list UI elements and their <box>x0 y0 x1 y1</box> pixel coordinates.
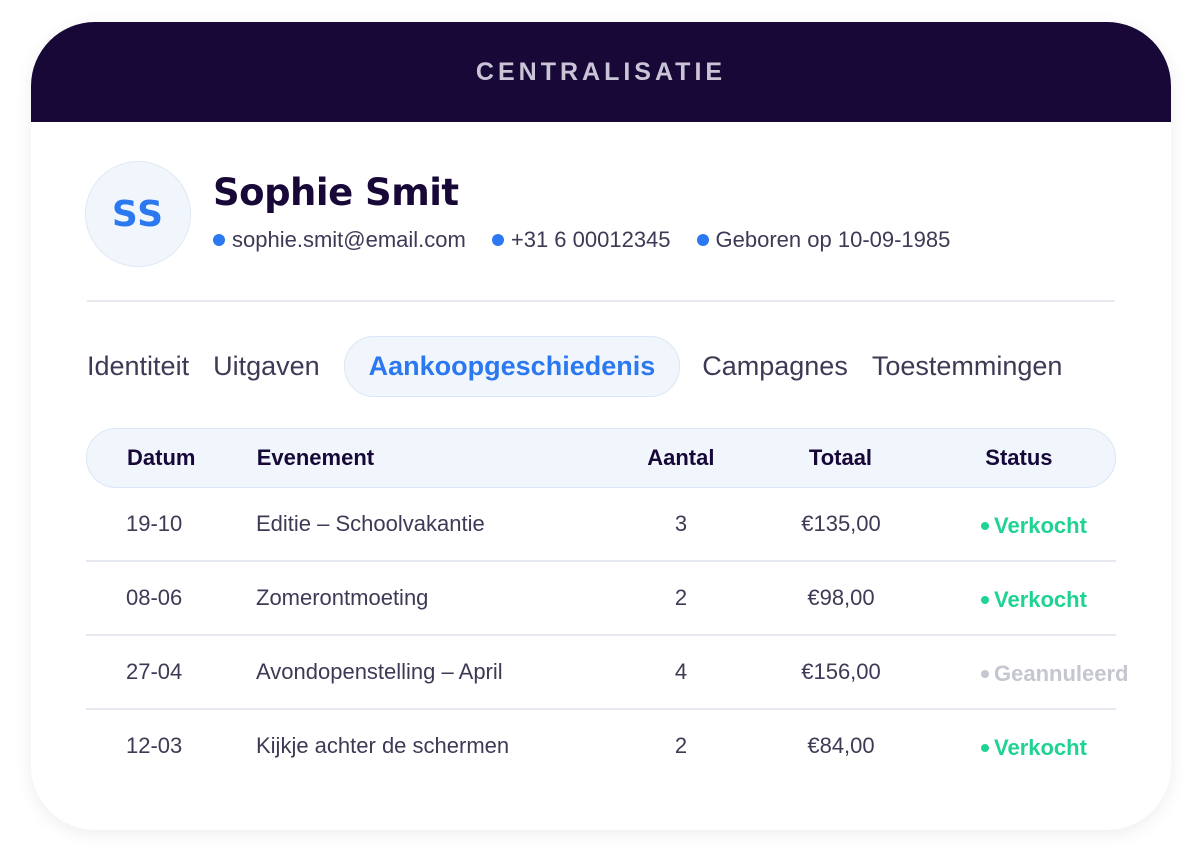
tab-uitgaven[interactable]: Uitgaven <box>213 337 320 396</box>
tab-aankoopgeschiedenis[interactable]: Aankoopgeschiedenis <box>343 336 681 397</box>
status-label: Verkocht <box>994 734 1087 760</box>
status-dot-icon <box>981 743 989 752</box>
status-badge: Geannuleerd <box>981 661 1128 687</box>
row-status-cell: Verkocht <box>926 584 1116 613</box>
status-label: Verkocht <box>994 512 1087 538</box>
tab-toestemmingen[interactable]: Toestemmingen <box>872 337 1063 396</box>
bullet-icon <box>696 234 709 246</box>
customer-card: CENTRALISATIE SS Sophie Smit sophie.smit… <box>31 22 1171 830</box>
profile-meta: sophie.smit@email.com +31 6 00012345 Geb… <box>213 227 976 253</box>
row-amount: 2 <box>674 585 688 610</box>
row-total: €84,00 <box>807 733 875 758</box>
table-row[interactable]: 19-10 Editie – Schoolvakantie 3 €135,00 … <box>86 488 1116 562</box>
email-text: sophie.smit@email.com <box>232 227 466 252</box>
table-row[interactable]: 08-06 Zomerontmoeting 2 €98,00 Verkocht <box>86 562 1116 636</box>
profile-info: Sophie Smit sophie.smit@email.com +31 6 … <box>213 173 976 253</box>
row-total: €156,00 <box>801 659 881 684</box>
column-header-total[interactable]: Totaal <box>756 445 926 471</box>
status-badge: Verkocht <box>981 587 1087 613</box>
phone-text: +31 6 00012345 <box>510 227 671 252</box>
divider <box>87 300 1115 302</box>
row-total: €135,00 <box>801 511 881 536</box>
table-row[interactable]: 12-03 Kijkje achter de schermen 2 €84,00… <box>86 710 1116 782</box>
status-badge: Verkocht <box>981 513 1087 539</box>
row-amount: 3 <box>674 511 688 536</box>
header-title: CENTRALISATIE <box>475 57 727 86</box>
tab-identiteit[interactable]: Identiteit <box>87 337 189 396</box>
status-label: Verkocht <box>994 586 1087 612</box>
status-label: Geannuleerd <box>994 660 1129 686</box>
table-header: Datum Evenement Aantal Totaal Status <box>86 428 1116 488</box>
table-row[interactable]: 27-04 Avondopenstelling – April 4 €156,0… <box>86 636 1128 710</box>
phone-item[interactable]: +31 6 00012345 <box>491 227 671 253</box>
row-date: 27-04 <box>126 659 183 684</box>
birthdate-text: Geboren op 10-09-1985 <box>715 227 951 252</box>
column-header-status[interactable]: Status <box>925 445 1115 471</box>
row-date: 12-03 <box>126 733 183 758</box>
row-status-cell: Verkocht <box>926 510 1116 539</box>
status-dot-icon <box>981 521 989 530</box>
status-dot-icon <box>981 595 989 604</box>
row-event: Avondopenstelling – April <box>256 659 503 684</box>
status-dot-icon <box>981 669 989 678</box>
column-header-amount[interactable]: Aantal <box>606 445 756 471</box>
row-event: Kijkje achter de schermen <box>256 733 510 758</box>
row-date: 08-06 <box>126 585 183 610</box>
bullet-icon <box>491 234 504 246</box>
row-status-cell: Verkocht <box>926 732 1116 761</box>
row-amount: 4 <box>674 659 688 684</box>
email-item[interactable]: sophie.smit@email.com <box>213 227 466 253</box>
profile-name: Sophie Smit <box>213 171 459 214</box>
row-amount: 2 <box>674 733 688 758</box>
tab-bar: Identiteit Uitgaven Aankoopgeschiedenis … <box>87 336 1086 397</box>
avatar: SS <box>85 161 191 267</box>
column-header-event[interactable]: Evenement <box>257 445 566 471</box>
row-total: €98,00 <box>807 585 875 610</box>
profile-section: SS Sophie Smit sophie.smit@email.com +31… <box>85 161 976 267</box>
row-date: 19-10 <box>126 511 183 536</box>
card-header: CENTRALISATIE <box>31 22 1171 122</box>
birthdate-item: Geboren op 10-09-1985 <box>696 227 951 253</box>
status-badge: Verkocht <box>981 735 1087 761</box>
row-event: Zomerontmoeting <box>256 585 429 610</box>
row-status-cell: Geannuleerd <box>926 658 1128 687</box>
column-header-date[interactable]: Datum <box>87 445 257 471</box>
bullet-icon <box>213 234 225 246</box>
tab-campagnes[interactable]: Campagnes <box>702 337 848 396</box>
row-event: Editie – Schoolvakantie <box>256 511 485 536</box>
purchase-table: Datum Evenement Aantal Totaal Status 19-… <box>86 428 1128 782</box>
